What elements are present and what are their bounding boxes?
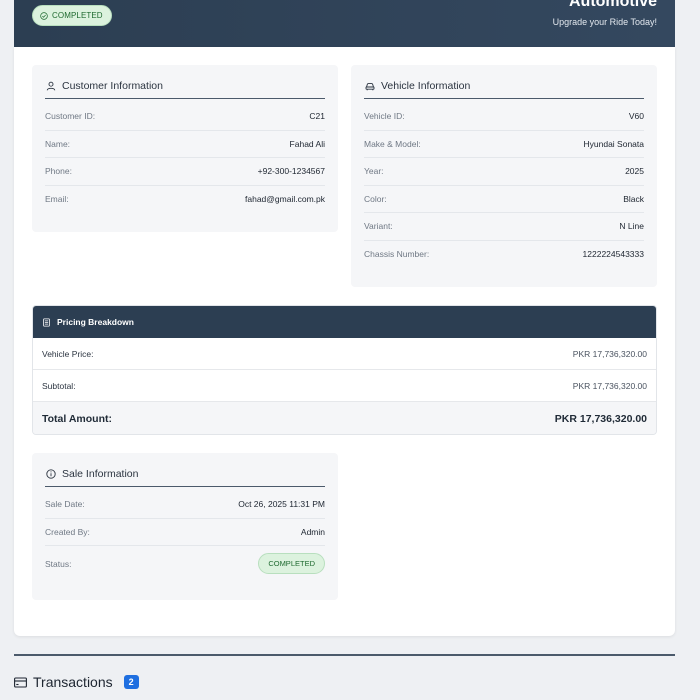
brand: Automotive Upgrade your Ride Today! [553,0,657,27]
vehicle-info-section: Vehicle Information Vehicle ID: V60 Make… [351,65,657,287]
customer-id-value: C21 [309,111,325,122]
customer-email-label: Email: [45,194,69,205]
created-by-value: Admin [300,526,325,537]
receipt-icon [43,317,50,327]
customer-phone-label: Phone: [45,166,72,177]
year-row: Year: 2025 [364,158,644,186]
make-model-row: Make & Model: Hyundai Sonata [364,131,645,158]
customer-info-section: Customer Information Customer ID: C21 Na… [32,65,338,232]
pricing-breakdown-section: Pricing Breakdown Vehicle Price: PKR 17,… [32,305,657,435]
color-value: Black [623,193,644,204]
transactions-divider [14,654,675,656]
created-by-label: Created By: [45,526,90,537]
created-by-row: Created By: Admin [45,519,325,546]
sale-info-title: Sale Information [62,468,139,480]
customer-email-row: Email: fahad@gmail.com.pk [45,186,325,214]
info-icon [46,469,56,479]
customer-email-value: fahad@gmail.com.pk [245,194,325,205]
sale-details-card: Customer Information Customer ID: C21 Na… [14,47,675,636]
vehicle-id-row: Vehicle ID: V60 [364,103,644,131]
customer-id-row: Customer ID: C21 [45,103,325,131]
variant-label: Variant: [364,221,393,232]
page-header: COMPLETED Automotive Upgrade your Ride T… [14,0,675,47]
subtotal-label: Subtotal: [42,380,76,391]
sale-info-header: Sale Information [45,467,325,487]
status-badge: COMPLETED [32,5,112,26]
customer-phone-value: +92-300-1234567 [257,166,325,177]
credit-card-icon [14,676,27,688]
color-row: Color: Black [364,186,644,213]
customer-id-label: Customer ID: [45,111,96,122]
check-circle-icon [40,11,48,20]
vehicle-info-header: Vehicle Information [364,79,644,99]
vehicle-price-value: PKR 17,736,320.00 [572,348,647,359]
make-model-value: Hyundai Sonata [583,138,645,149]
status-pill: COMPLETED [258,553,325,574]
subtotal-row: Subtotal: PKR 17,736,320.00 [33,370,656,402]
year-label: Year: [364,166,384,177]
customer-phone-row: Phone: +92-300-1234567 [45,158,325,186]
pricing-breakdown-title: Pricing Breakdown [57,317,134,327]
vehicle-price-row: Vehicle Price: PKR 17,736,320.00 [33,338,656,370]
customer-name-row: Name: Fahad Ali [45,131,325,158]
vehicle-info-title: Vehicle Information [381,80,471,92]
chassis-row: Chassis Number: 1222224543333 [364,241,644,269]
total-amount-label: Total Amount: [42,412,112,425]
vehicle-price-label: Vehicle Price: [42,348,94,359]
total-amount-row: Total Amount: PKR 17,736,320.00 [33,402,656,434]
customer-info-title: Customer Information [62,80,163,92]
make-model-label: Make & Model: [364,138,421,149]
sale-date-row: Sale Date: Oct 26, 2025 11:31 PM [45,491,325,519]
variant-value: N Line [619,221,644,232]
transactions-title: Transactions [33,674,113,690]
year-value: 2025 [625,166,644,177]
brand-tagline: Upgrade your Ride Today! [552,17,657,27]
chassis-value: 1222224543333 [582,249,644,260]
transactions-count-badge: 2 [123,675,139,689]
sale-date-value: Oct 26, 2025 11:31 PM [238,499,325,510]
customer-name-label: Name: [45,138,71,149]
pricing-breakdown-header: Pricing Breakdown [33,306,656,338]
status-label: Status: [45,558,72,569]
vehicle-id-label: Vehicle ID: [364,111,405,122]
total-amount-value: PKR 17,736,320.00 [554,412,647,425]
sale-info-section: Sale Information Sale Date: Oct 26, 2025… [32,453,338,600]
car-icon [365,83,375,91]
variant-row: Variant: N Line [364,213,644,241]
brand-name: Automotive [569,0,657,10]
user-icon [46,81,56,91]
sale-date-label: Sale Date: [45,499,85,510]
subtotal-value: PKR 17,736,320.00 [572,380,647,391]
customer-name-value: Fahad Ali [289,138,325,149]
status-badge-label: COMPLETED [52,11,103,20]
transactions-header: Transactions 2 [14,674,139,690]
status-row: Status: COMPLETED [45,546,325,581]
customer-info-header: Customer Information [45,79,325,99]
color-label: Color: [364,193,387,204]
chassis-label: Chassis Number: [364,249,430,260]
vehicle-id-value: V60 [628,111,644,122]
